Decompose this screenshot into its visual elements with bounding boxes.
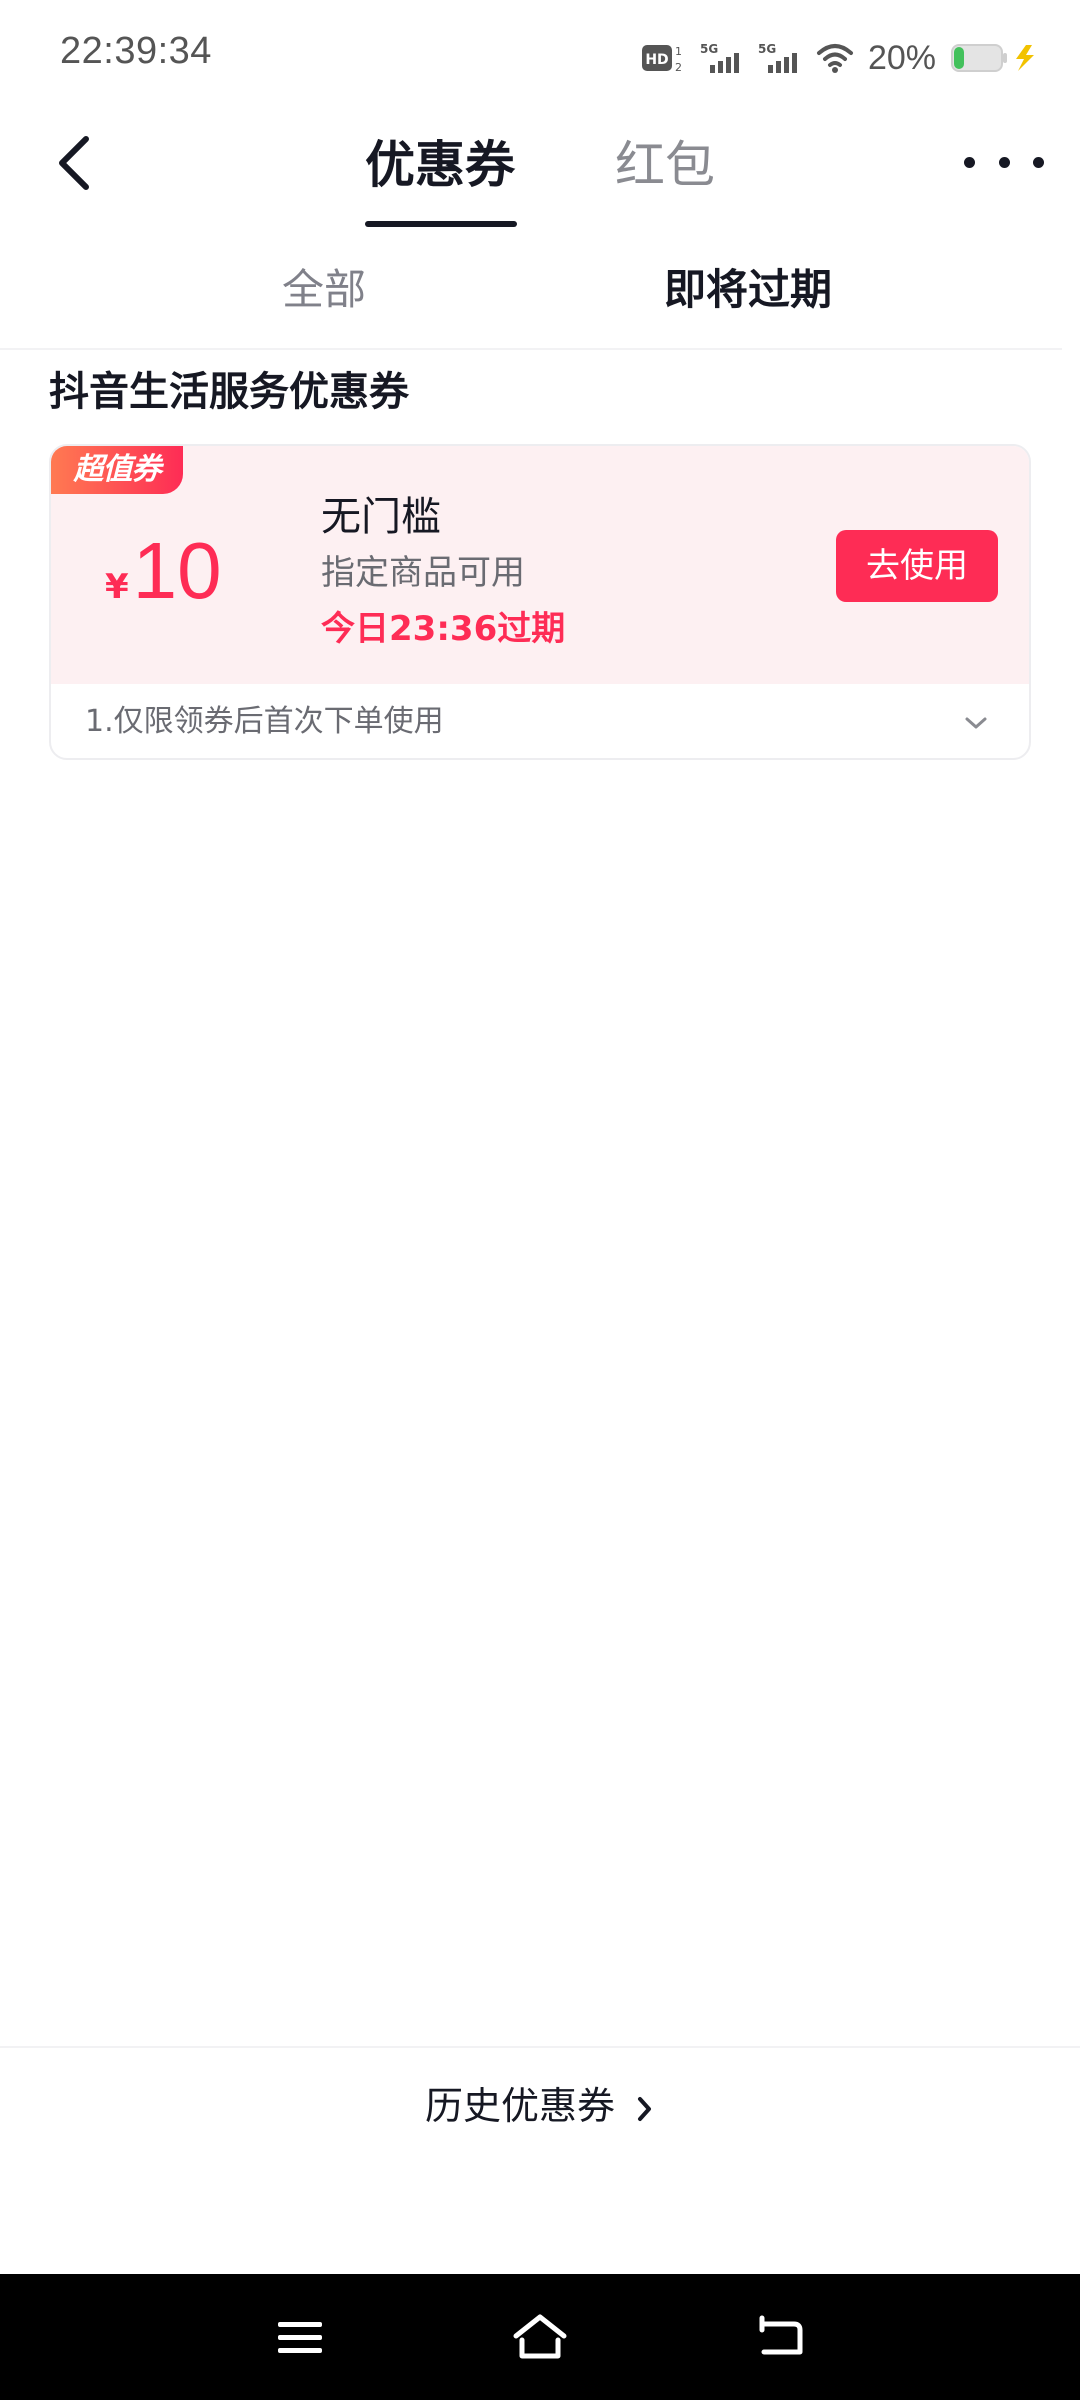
home-button[interactable] bbox=[500, 2298, 580, 2378]
hd-icon: HD 1 2 bbox=[641, 45, 682, 74]
use-coupon-button[interactable]: 去使用 bbox=[836, 530, 998, 602]
active-tab-indicator bbox=[365, 221, 517, 227]
signal-icon: 5G bbox=[700, 42, 739, 73]
battery-icon bbox=[951, 44, 1034, 72]
battery-percent: 20% bbox=[867, 38, 936, 77]
return-icon bbox=[759, 2315, 803, 2355]
status-time: 22:39:34 bbox=[60, 30, 212, 72]
history-coupons-link[interactable]: 历史优惠券 bbox=[0, 2076, 1080, 2136]
svg-text:5G: 5G bbox=[758, 42, 776, 56]
coupon-card-main: 超值券 ¥ 10 无门槛 指定商品可用 今日23:36过期 去使用 bbox=[51, 446, 1029, 684]
back-button[interactable] bbox=[44, 126, 104, 200]
filter-all[interactable]: 全部 bbox=[282, 258, 366, 322]
home-icon bbox=[513, 2314, 567, 2359]
system-back-button[interactable] bbox=[740, 2298, 820, 2378]
divider bbox=[0, 348, 1062, 350]
currency-symbol: ¥ bbox=[105, 567, 129, 607]
coupon-title: 无门槛 bbox=[321, 494, 441, 540]
coupon-description: 指定商品可用 bbox=[321, 553, 525, 593]
back-arrow-icon bbox=[59, 136, 89, 190]
chevron-down-icon[interactable] bbox=[961, 708, 991, 738]
svg-text:1: 1 bbox=[675, 45, 682, 58]
divider bbox=[0, 2046, 1080, 2048]
more-icon bbox=[964, 156, 975, 168]
menu-icon bbox=[278, 2322, 322, 2353]
filter-expiring-soon[interactable]: 即将过期 bbox=[664, 258, 832, 322]
wifi-icon bbox=[816, 44, 853, 73]
coupon-card[interactable]: 超值券 ¥ 10 无门槛 指定商品可用 今日23:36过期 去使用 1.仅限领券… bbox=[49, 444, 1031, 760]
signal-icon-2: 5G bbox=[758, 42, 797, 73]
value-badge: 超值券 bbox=[51, 446, 183, 494]
coupon-rule: 1.仅限领券后首次下单使用 bbox=[85, 704, 444, 739]
coupon-amount: ¥ 10 bbox=[105, 526, 222, 616]
coupon-expire-time: 今日23:36过期 bbox=[321, 609, 566, 649]
tab-coupon[interactable]: 优惠券 bbox=[365, 130, 515, 200]
section-title: 抖音生活服务优惠券 bbox=[49, 369, 409, 415]
recent-apps-button[interactable] bbox=[260, 2298, 340, 2378]
amount-value: 10 bbox=[132, 526, 222, 615]
chevron-right-icon bbox=[638, 2096, 652, 2121]
status-icons: HD 1 2 5G 5G 20% bbox=[641, 36, 1040, 80]
svg-text:5G: 5G bbox=[700, 42, 718, 56]
more-button[interactable] bbox=[964, 140, 1044, 184]
svg-text:2: 2 bbox=[675, 61, 682, 74]
history-coupons-label: 历史优惠券 bbox=[424, 2084, 615, 2128]
tab-red-packet[interactable]: 红包 bbox=[615, 130, 715, 200]
svg-text:HD: HD bbox=[645, 52, 668, 68]
